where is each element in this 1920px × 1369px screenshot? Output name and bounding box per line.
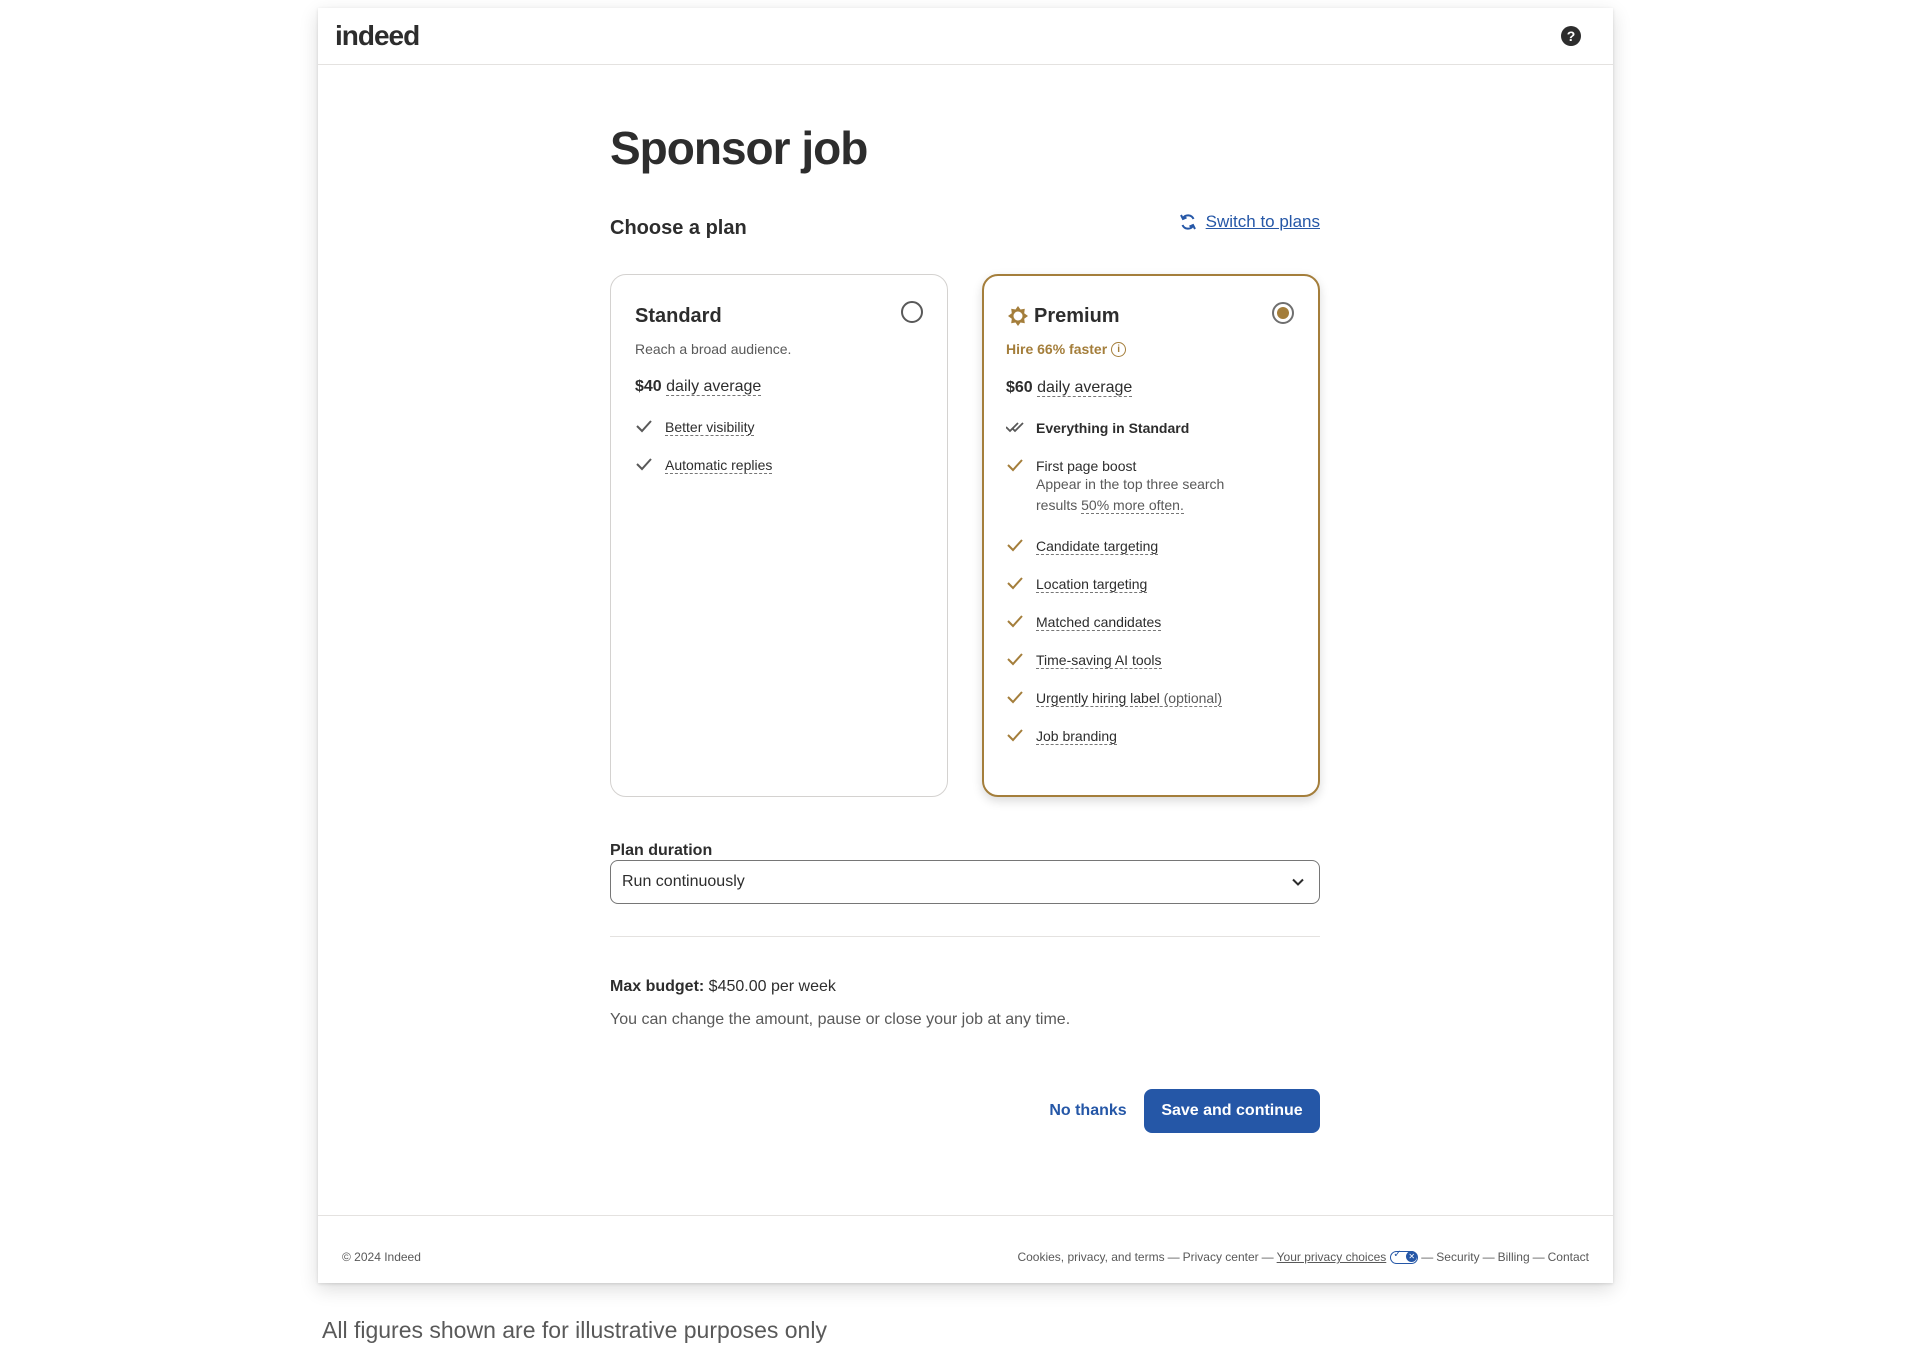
- footer-links: Cookies, privacy, and terms — Privacy ce…: [1017, 1249, 1589, 1265]
- feature-label[interactable]: Better visibility: [665, 419, 755, 436]
- feature-label: First page boost: [1036, 458, 1137, 474]
- footer-separator: —: [1167, 1250, 1180, 1264]
- footer-link-billing[interactable]: Billing: [1498, 1250, 1530, 1264]
- budget-note: You can change the amount, pause or clos…: [610, 1011, 1071, 1028]
- plan-duration-label: Plan duration: [610, 842, 713, 859]
- feature-label[interactable]: Time-saving AI tools: [1036, 652, 1162, 669]
- premium-feature-list: Everything in Standard First page boost …: [1006, 420, 1246, 766]
- standard-plan-description: Reach a broad audience.: [635, 341, 792, 357]
- max-budget-value: $450.00 per week: [704, 978, 836, 995]
- feature-item: Location targeting: [1006, 576, 1246, 593]
- no-thanks-button[interactable]: No thanks: [1028, 1089, 1148, 1133]
- page-title: Sponsor job: [610, 122, 868, 174]
- feature-label[interactable]: Location targeting: [1036, 576, 1148, 593]
- footer-separator: —: [1482, 1250, 1495, 1264]
- feature-item: Job branding: [1006, 728, 1246, 745]
- check-icon: [1007, 615, 1023, 628]
- plan-duration-select[interactable]: Run continuously: [610, 860, 1320, 904]
- plan-duration-value: Run continuously: [622, 873, 745, 890]
- premium-tagline: Hire 66% faster i: [1006, 341, 1127, 357]
- feature-item: Time-saving AI tools: [1006, 652, 1246, 669]
- check-icon: [636, 458, 652, 471]
- double-check-icon: [1006, 422, 1024, 433]
- divider: [610, 936, 1320, 937]
- feature-label[interactable]: Automatic replies: [665, 457, 773, 474]
- check-icon: [1007, 539, 1023, 552]
- check-icon: [1007, 577, 1023, 590]
- footer-link-security[interactable]: Security: [1436, 1250, 1479, 1264]
- feature-item: Urgently hiring label (optional): [1006, 690, 1246, 707]
- disclaimer: All figures shown are for illustrative p…: [322, 1317, 827, 1343]
- save-and-continue-button[interactable]: Save and continue: [1144, 1089, 1320, 1133]
- feature-label[interactable]: Urgently hiring label (optional): [1036, 690, 1222, 707]
- chevron-down-icon: [1292, 878, 1304, 886]
- switch-to-plans-label[interactable]: Switch to plans: [1206, 212, 1320, 232]
- check-icon: [636, 420, 652, 433]
- premium-price-suffix[interactable]: daily average: [1037, 379, 1133, 397]
- premium-price-value: $60: [1006, 379, 1033, 396]
- feature-description-link[interactable]: 50% more often.: [1081, 497, 1184, 514]
- standard-plan-price: $40 daily average: [635, 378, 762, 396]
- feature-item: Everything in Standard: [1006, 420, 1246, 436]
- feature-item: Candidate targeting: [1006, 538, 1246, 555]
- premium-plan-card[interactable]: Premium Hire 66% faster i $60 daily aver…: [982, 274, 1320, 797]
- privacy-choices-icon[interactable]: [1390, 1249, 1419, 1264]
- standard-plan-radio[interactable]: [901, 301, 923, 323]
- page-card: indeed ? Sponsor job Choose a plan Switc…: [318, 8, 1613, 1283]
- premium-tagline-text: Hire 66% faster: [1006, 341, 1108, 357]
- footer-link-terms[interactable]: Cookies, privacy, and terms: [1017, 1250, 1164, 1264]
- footer-link-privacy-choices[interactable]: Your privacy choices: [1277, 1250, 1387, 1264]
- premium-plan-price: $60 daily average: [1006, 379, 1133, 397]
- max-budget-label: Max budget:: [610, 978, 705, 995]
- indeed-logo[interactable]: indeed: [335, 20, 420, 52]
- standard-plan-name: Standard: [635, 305, 722, 327]
- footer-separator: —: [1532, 1250, 1545, 1264]
- footer-link-privacy-center[interactable]: Privacy center: [1183, 1250, 1259, 1264]
- footer-separator: —: [1421, 1250, 1434, 1264]
- copyright: © 2024 Indeed: [342, 1250, 421, 1264]
- refresh-arrows-icon: [1179, 214, 1196, 230]
- standard-feature-list: Better visibility Automatic replies: [635, 419, 773, 495]
- standard-price-suffix[interactable]: daily average: [666, 378, 762, 396]
- premium-plan-radio[interactable]: [1272, 302, 1294, 324]
- footer-link-contact[interactable]: Contact: [1548, 1250, 1589, 1264]
- help-icon[interactable]: ?: [1561, 26, 1581, 46]
- footer-separator: —: [1261, 1250, 1274, 1264]
- footer: © 2024 Indeed Cookies, privacy, and term…: [318, 1215, 1613, 1284]
- feature-label: Everything in Standard: [1036, 420, 1190, 436]
- feature-optional: (optional): [1159, 690, 1222, 706]
- check-icon: [1007, 459, 1023, 472]
- check-icon: [1007, 653, 1023, 666]
- choose-plan-heading: Choose a plan: [610, 217, 747, 239]
- top-bar: indeed ?: [318, 8, 1613, 65]
- feature-item: Automatic replies: [635, 457, 773, 474]
- feature-label[interactable]: Matched candidates: [1036, 614, 1162, 631]
- feature-label-text: Urgently hiring label: [1036, 690, 1160, 706]
- check-icon: [1007, 729, 1023, 742]
- premium-badge-icon: [1008, 306, 1028, 326]
- feature-item: First page boost Appear in the top three…: [1006, 458, 1246, 516]
- max-budget: Max budget: $450.00 per week: [610, 978, 836, 996]
- premium-plan-name: Premium: [1034, 305, 1120, 327]
- info-icon[interactable]: i: [1111, 341, 1127, 357]
- feature-item: Better visibility: [635, 419, 772, 436]
- feature-item: Matched candidates: [1006, 614, 1246, 631]
- feature-label[interactable]: Job branding: [1036, 728, 1117, 745]
- feature-description: Appear in the top three search results 5…: [1036, 474, 1246, 516]
- standard-plan-card[interactable]: Standard Reach a broad audience. $40 dai…: [610, 274, 948, 797]
- standard-price-value: $40: [635, 378, 662, 395]
- check-icon: [1007, 691, 1023, 704]
- feature-label[interactable]: Candidate targeting: [1036, 538, 1159, 555]
- switch-to-plans-link[interactable]: Switch to plans: [1178, 212, 1320, 232]
